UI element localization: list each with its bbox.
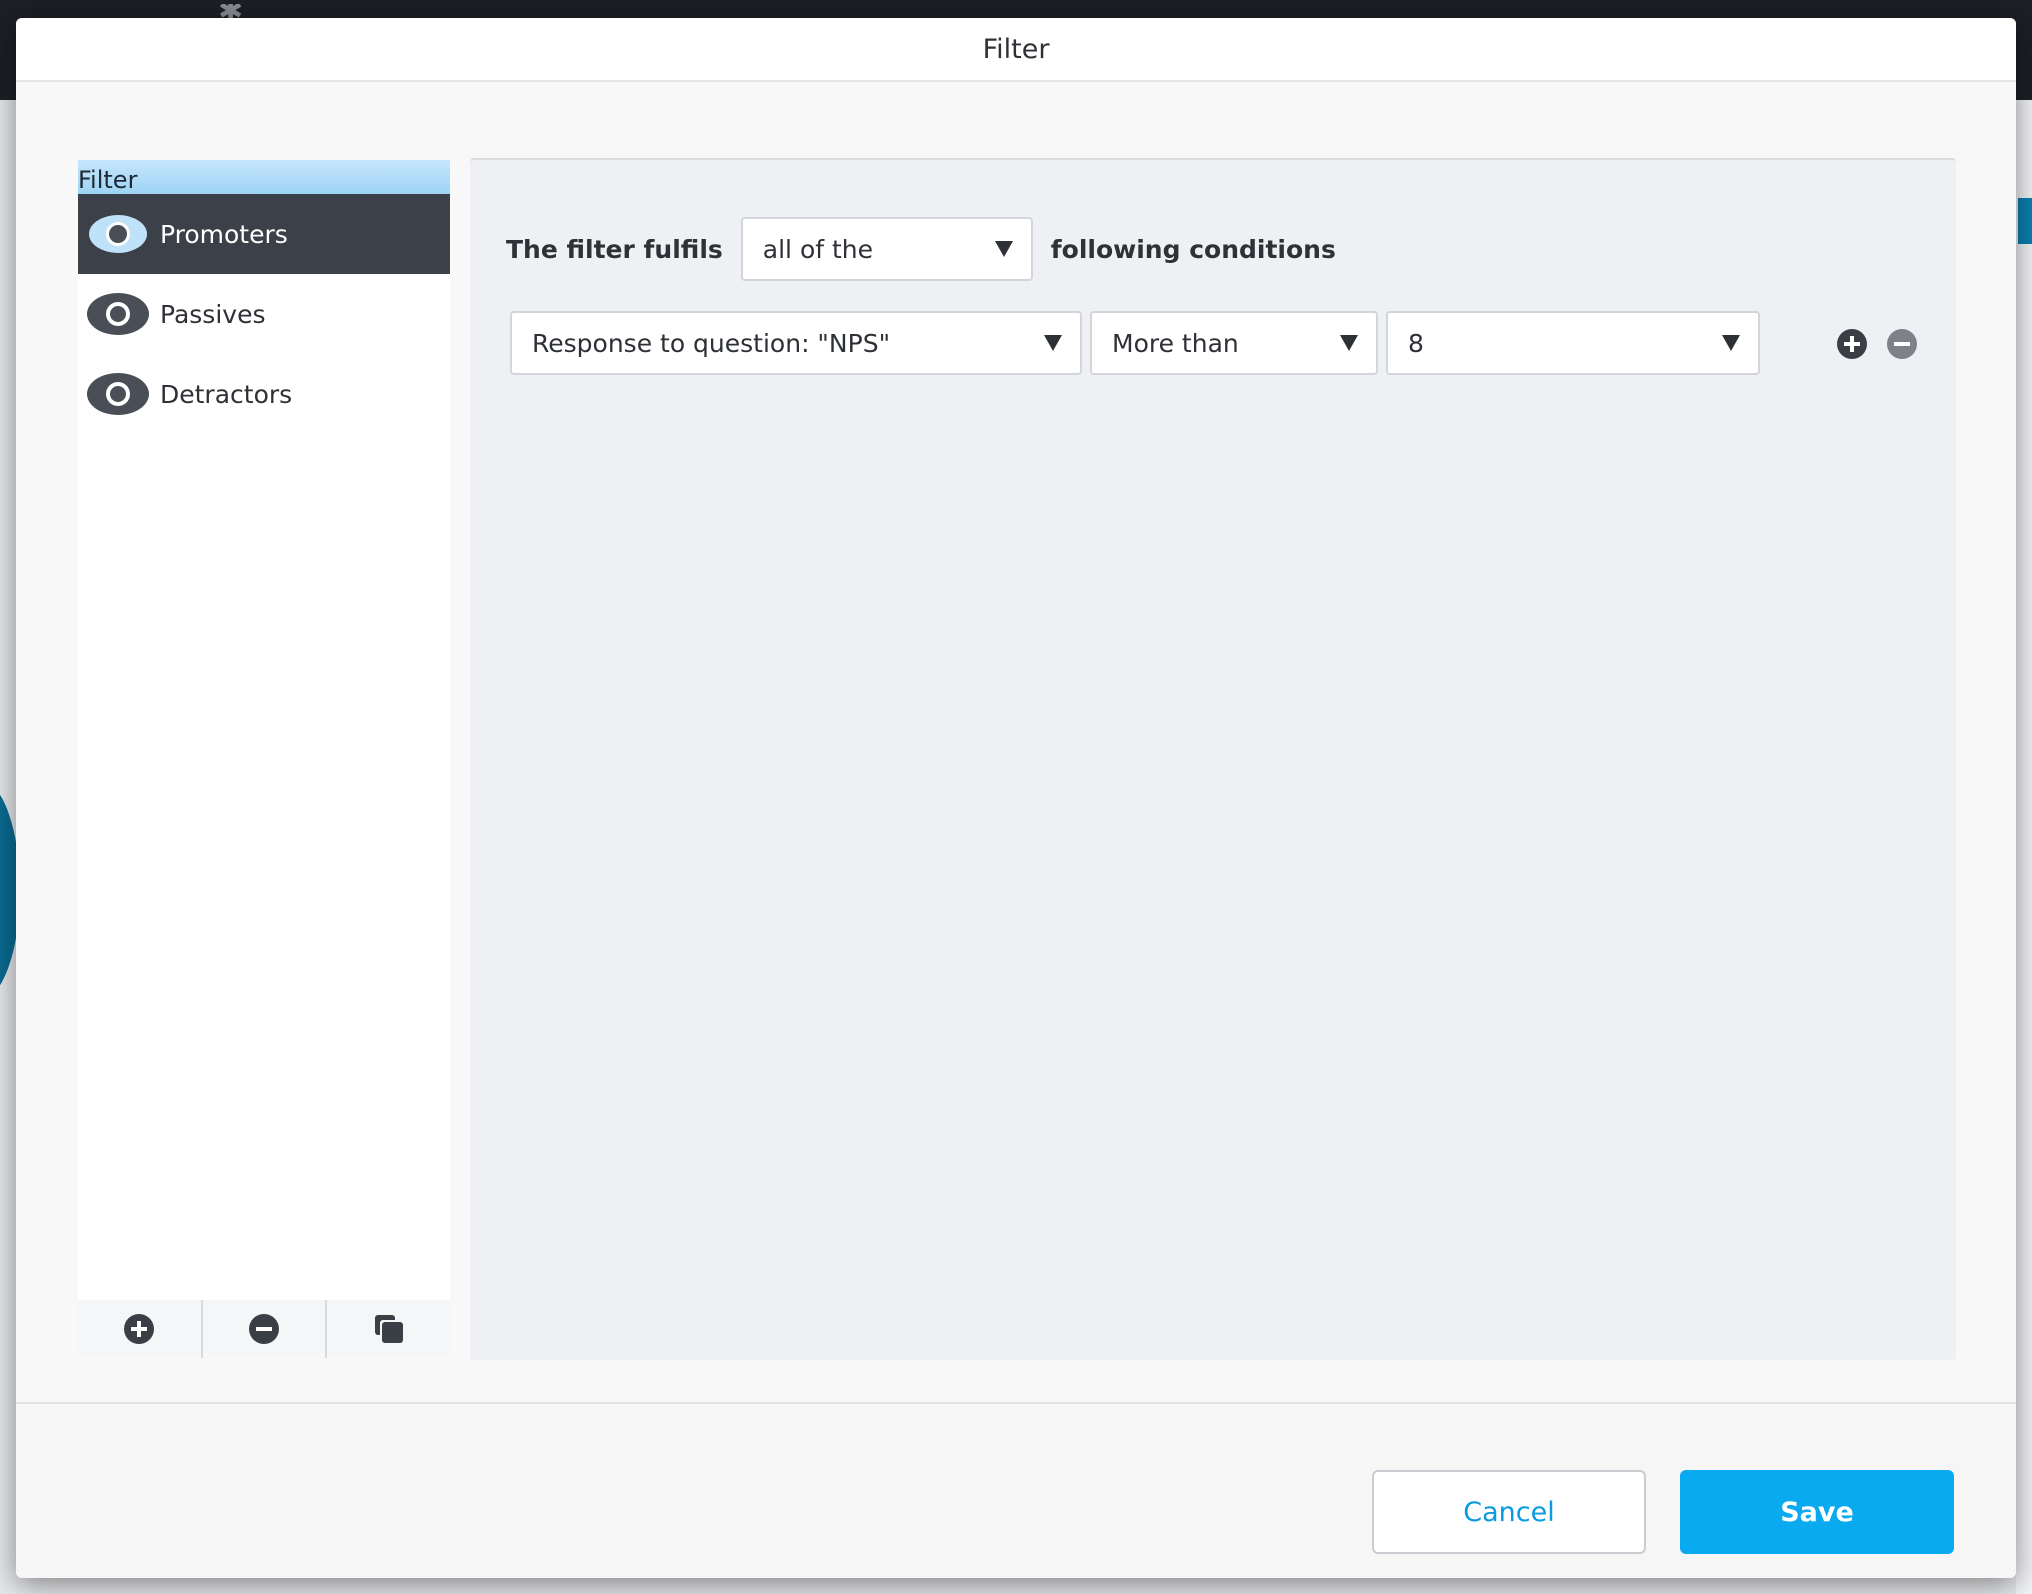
condition-row: Response to question: "NPS" More than 8 xyxy=(510,310,1760,376)
filter-item-label: Detractors xyxy=(160,379,293,409)
remove-condition-icon[interactable] xyxy=(1886,328,1918,360)
condition-operator-select[interactable]: More than xyxy=(1090,311,1378,375)
minus-circle-icon xyxy=(249,1314,279,1344)
filter-item-passives[interactable]: Passives xyxy=(78,274,450,354)
filter-item-promoters[interactable]: Promoters xyxy=(78,194,450,274)
condition-field-value: Response to question: "NPS" xyxy=(532,328,891,358)
background-right-panel xyxy=(2016,100,2032,1594)
eye-icon[interactable] xyxy=(86,371,150,417)
duplicate-filter-button[interactable] xyxy=(325,1300,450,1358)
filter-item-detractors[interactable]: Detractors xyxy=(78,354,450,434)
dialog-header: Filter xyxy=(16,18,2016,82)
background-right-accent xyxy=(2018,198,2032,244)
filter-item-label: Promoters xyxy=(160,219,288,249)
conditions-suffix: following conditions xyxy=(1050,234,1336,264)
eye-icon[interactable] xyxy=(86,211,150,257)
add-filter-button[interactable] xyxy=(78,1300,201,1358)
dropdown-caret-icon xyxy=(1722,335,1740,351)
save-button[interactable]: Save xyxy=(1680,1470,1954,1554)
dropdown-caret-icon xyxy=(1044,335,1062,351)
conditions-sentence: The filter fulfils all of the following … xyxy=(506,216,1336,282)
conditions-panel: The filter fulfils all of the following … xyxy=(470,158,1956,1360)
add-condition-icon[interactable] xyxy=(1836,328,1868,360)
cancel-button[interactable]: Cancel xyxy=(1372,1470,1646,1554)
condition-operator-value: More than xyxy=(1112,328,1239,358)
dropdown-caret-icon xyxy=(1340,335,1358,351)
dialog-title: Filter xyxy=(982,33,1050,65)
quantifier-select[interactable]: all of the xyxy=(740,217,1033,281)
filter-list-header: Filter xyxy=(78,160,450,194)
filter-list-toolbar xyxy=(78,1300,450,1358)
condition-row-actions xyxy=(1836,328,1918,360)
filter-item-label: Passives xyxy=(160,299,266,329)
dialog-body: Filter Promoters Passives Detractors The… xyxy=(16,82,2016,1402)
condition-value: 8 xyxy=(1408,328,1424,358)
plus-circle-icon xyxy=(124,1314,155,1344)
remove-filter-button[interactable] xyxy=(200,1300,326,1358)
condition-field-select[interactable]: Response to question: "NPS" xyxy=(510,311,1082,375)
filter-list-panel: Filter Promoters Passives Detractors xyxy=(78,160,450,1358)
filter-dialog: Filter Filter Promoters Passives Detract… xyxy=(16,18,2016,1578)
duplicate-icon xyxy=(374,1315,403,1343)
eye-icon[interactable] xyxy=(86,291,150,337)
quantifier-value: all of the xyxy=(762,234,874,264)
dialog-footer: Cancel Save xyxy=(16,1402,2016,1578)
condition-value-select[interactable]: 8 xyxy=(1386,311,1760,375)
conditions-prefix: The filter fulfils xyxy=(506,234,723,264)
dropdown-caret-icon xyxy=(994,241,1013,257)
